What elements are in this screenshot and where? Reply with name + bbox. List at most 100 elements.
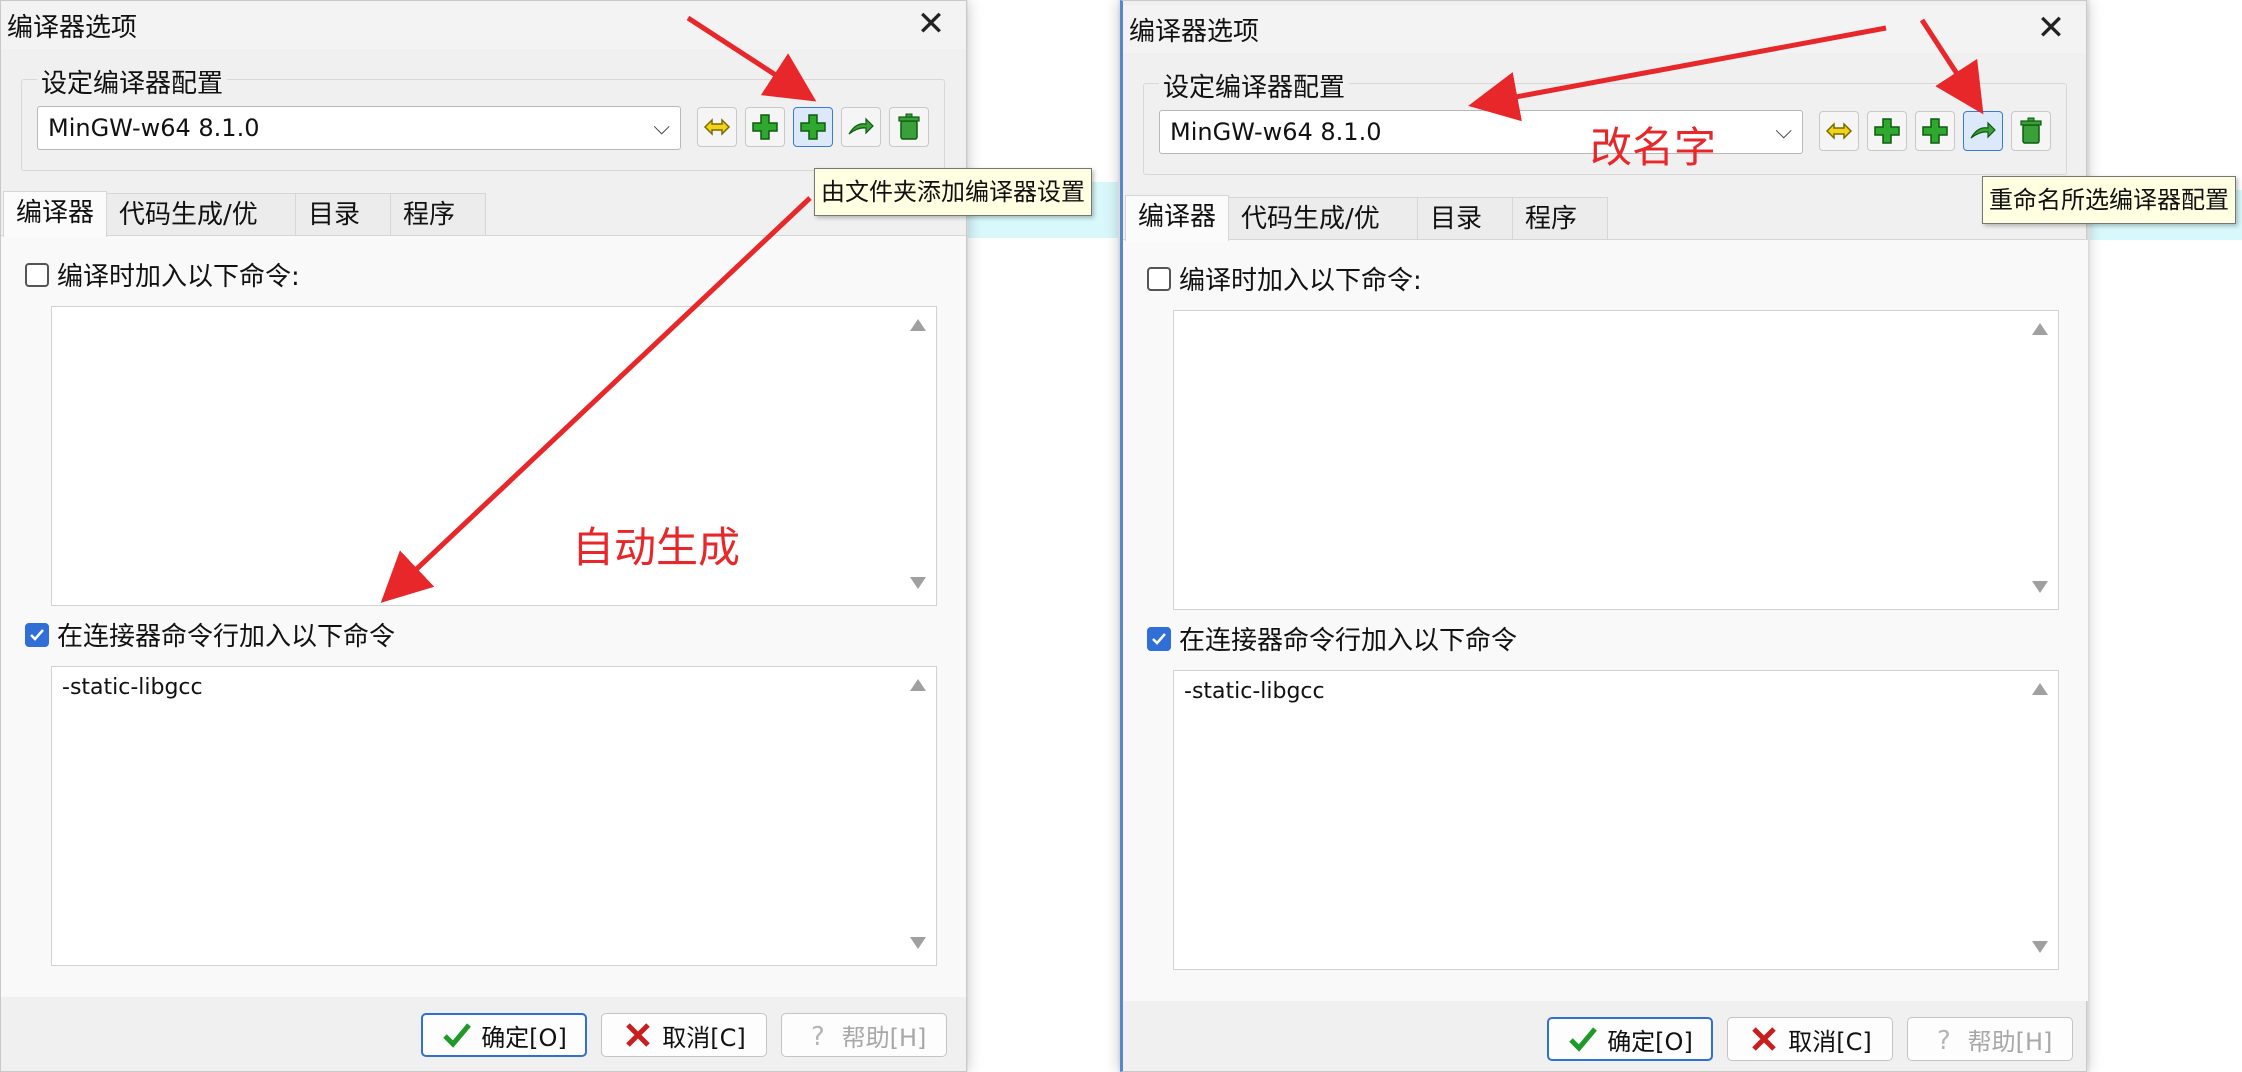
cross-icon <box>1752 1027 1777 1051</box>
help-label: 帮助[H] <box>1967 1027 2053 1056</box>
compiler-select[interactable]: MinGW-w64 8.1.0 ⌵ <box>37 106 681 150</box>
linker-commands-label: 在连接器命令行加入以下命令 <box>1179 626 1518 656</box>
tab-body: 编译时加入以下命令: 在连接器命令行加入以下命令 -static-libgcc <box>1123 239 2088 1001</box>
add-compiler-button[interactable] <box>745 107 785 147</box>
close-button[interactable]: ✕ <box>914 7 948 41</box>
cancel-button[interactable]: 取消[C] <box>1727 1017 1893 1061</box>
auto-generate-annotation: 自动生成 <box>572 523 741 572</box>
compile-commands-label: 编译时加入以下命令: <box>57 262 300 292</box>
linker-commands-checkbox[interactable]: 在连接器命令行加入以下命令 <box>1147 620 1517 657</box>
add-from-folder-tooltip: 由文件夹添加编译器设置 <box>814 168 1092 216</box>
rename-compiler-button[interactable] <box>841 107 881 147</box>
compile-commands-textarea[interactable] <box>51 306 937 606</box>
add-from-folder-button[interactable] <box>793 107 833 147</box>
add-from-folder-icon <box>1922 118 1948 144</box>
delete-compiler-button[interactable] <box>889 107 929 147</box>
tab-directories[interactable]: 目录 <box>1417 197 1514 241</box>
compile-commands-checkbox[interactable]: 编译时加入以下命令: <box>1147 260 1422 297</box>
scroll-up-arrow[interactable] <box>908 319 928 335</box>
linker-commands-text: -static-libgcc <box>62 675 203 700</box>
tab-bar: 编译器 代码生成/优化 目录 程序 <box>3 191 487 272</box>
tab-directories[interactable]: 目录 <box>295 193 392 237</box>
cross-icon <box>626 1023 651 1047</box>
rename-tooltip: 重命名所选编译器配置 <box>1982 176 2236 224</box>
scroll-down-arrow[interactable] <box>908 577 928 593</box>
ok-label: 确定[O] <box>1607 1027 1693 1056</box>
ok-label: 确定[O] <box>481 1023 567 1052</box>
add-from-folder-button[interactable] <box>1915 111 1955 151</box>
chevron-down-icon: ⌵ <box>653 115 670 140</box>
checkbox-checked[interactable] <box>25 622 49 647</box>
compiler-config-label: 设定编译器配置 <box>37 63 228 100</box>
title-bar: 编译器选项 ✕ <box>1123 5 2086 53</box>
scroll-up-arrow[interactable] <box>2030 683 2050 699</box>
add-compiler-icon <box>1874 118 1900 144</box>
svg-text:?: ? <box>1937 1026 1951 1055</box>
linker-commands-label: 在连接器命令行加入以下命令 <box>57 622 396 652</box>
add-from-folder-icon <box>800 114 826 140</box>
scroll-down-arrow[interactable] <box>908 937 928 953</box>
tab-compiler[interactable]: 编译器 <box>1125 195 1230 241</box>
delete-compiler-button[interactable] <box>2011 111 2051 151</box>
tab-compiler[interactable]: 编译器 <box>3 191 108 237</box>
cancel-label: 取消[C] <box>1788 1027 1872 1056</box>
delete-icon <box>2020 117 2042 144</box>
check-icon <box>443 1023 472 1048</box>
rename-annotation: 改名字 <box>1590 123 1717 172</box>
check-icon <box>1152 632 1166 645</box>
checkbox-unchecked[interactable] <box>25 262 49 287</box>
rename-compiler-button[interactable] <box>1963 111 2003 151</box>
rename-icon <box>848 117 874 135</box>
find-compiler-button[interactable] <box>1819 111 1859 151</box>
chevron-down-icon: ⌵ <box>1775 119 1792 144</box>
help-icon: ? <box>811 1022 825 1051</box>
compile-commands-label: 编译时加入以下命令: <box>1179 266 1422 296</box>
checkbox-checked[interactable] <box>1147 626 1171 651</box>
help-icon: ? <box>1937 1026 1951 1055</box>
title-bar: 编译器选项 ✕ <box>1 1 966 49</box>
compile-commands-textarea[interactable] <box>1173 310 2059 610</box>
linker-commands-textarea[interactable]: -static-libgcc <box>1173 670 2059 970</box>
rename-icon <box>1970 121 1996 139</box>
ok-button[interactable]: 确定[O] <box>421 1013 587 1057</box>
linker-commands-textarea[interactable]: -static-libgcc <box>51 666 937 966</box>
compiler-config-label: 设定编译器配置 <box>1159 67 1350 104</box>
check-icon <box>1569 1027 1598 1052</box>
find-compiler-icon <box>703 118 731 136</box>
help-button[interactable]: ? 帮助[H] <box>781 1013 947 1057</box>
ok-button[interactable]: 确定[O] <box>1547 1017 1713 1061</box>
scroll-down-arrow[interactable] <box>2030 581 2050 597</box>
close-button[interactable]: ✕ <box>2034 11 2068 45</box>
dialog-title: 编译器选项 <box>7 12 138 43</box>
tab-bar: 编译器 代码生成/优化 目录 程序 <box>1125 195 1609 276</box>
tab-codegen[interactable]: 代码生成/优化 <box>106 193 297 272</box>
check-icon <box>30 628 44 641</box>
delete-icon <box>898 113 920 140</box>
help-label: 帮助[H] <box>841 1023 927 1052</box>
linker-commands-text: -static-libgcc <box>1184 679 1325 704</box>
find-compiler-button[interactable] <box>697 107 737 147</box>
scroll-up-arrow[interactable] <box>908 679 928 695</box>
compile-commands-checkbox[interactable]: 编译时加入以下命令: <box>25 256 300 293</box>
tab-codegen[interactable]: 代码生成/优化 <box>1228 197 1419 276</box>
help-button[interactable]: ? 帮助[H] <box>1907 1017 2073 1061</box>
cancel-button[interactable]: 取消[C] <box>601 1013 767 1057</box>
checkbox-unchecked[interactable] <box>1147 266 1171 291</box>
compiler-select-value: MinGW-w64 8.1.0 <box>48 114 260 142</box>
compiler-select-value: MinGW-w64 8.1.0 <box>1170 118 1382 146</box>
tab-programs[interactable]: 程序 <box>390 193 487 237</box>
tab-body: 编译时加入以下命令: 在连接器命令行加入以下命令 -static-libgcc <box>1 235 966 997</box>
add-compiler-icon <box>752 114 778 140</box>
scroll-up-arrow[interactable] <box>2030 323 2050 339</box>
linker-commands-checkbox[interactable]: 在连接器命令行加入以下命令 <box>25 616 395 653</box>
scroll-down-arrow[interactable] <box>2030 941 2050 957</box>
background-editor-area <box>968 0 1118 1072</box>
add-compiler-button[interactable] <box>1867 111 1907 151</box>
dialog-title: 编译器选项 <box>1129 16 1260 47</box>
background-editor-area-right <box>2090 0 2242 1072</box>
tab-programs[interactable]: 程序 <box>1512 197 1609 241</box>
cancel-label: 取消[C] <box>662 1023 746 1052</box>
find-compiler-icon <box>1825 122 1853 140</box>
compiler-options-dialog-left: 编译器选项 ✕ 设定编译器配置 MinGW-w64 8.1.0 ⌵ 编译器 代码… <box>0 0 967 1072</box>
svg-text:?: ? <box>811 1022 825 1051</box>
